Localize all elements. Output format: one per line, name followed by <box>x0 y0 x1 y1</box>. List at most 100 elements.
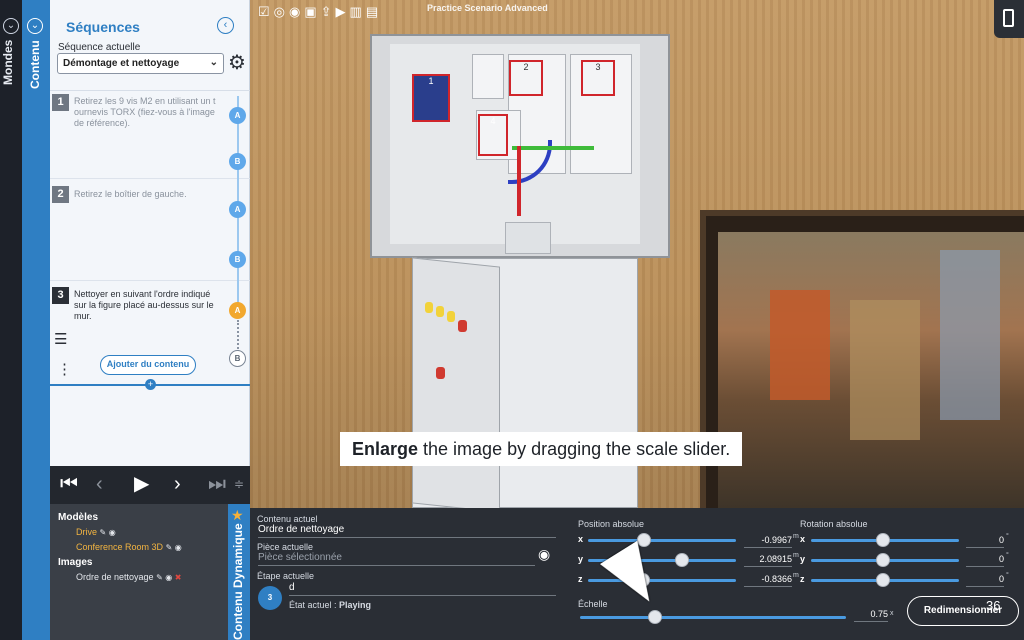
chevron-down-icon[interactable]: ⌄ <box>27 18 43 34</box>
rotation-x-value[interactable]: 0 <box>966 535 1004 545</box>
timeline-node[interactable]: B <box>229 251 246 268</box>
timeline-node-current[interactable]: A <box>229 302 246 319</box>
eye-icon[interactable]: ◉ <box>538 546 550 563</box>
rotation-z-value[interactable]: 0 <box>966 574 1004 584</box>
image-item[interactable]: Ordre de nettoyage ✎ ◉ ✖ <box>76 572 182 582</box>
image-name[interactable]: Ordre de nettoyage <box>76 572 154 582</box>
edit-icon[interactable]: ✎ <box>156 573 163 582</box>
rotation-y-value[interactable]: 0 <box>966 554 1004 564</box>
current-step-value[interactable]: d <box>289 582 295 593</box>
step-number[interactable]: 3 <box>52 287 69 304</box>
timeline-node[interactable]: B <box>229 153 246 170</box>
axis-x-label: x <box>800 534 806 544</box>
model-name[interactable]: Conference Room 3D <box>76 542 163 552</box>
divider <box>50 178 250 179</box>
y-axis-gizmo[interactable] <box>512 146 594 150</box>
eye-icon[interactable]: ◉ <box>109 528 116 537</box>
timeline-node[interactable]: B <box>229 350 246 367</box>
compass-icon[interactable]: ◎ <box>274 4 285 20</box>
checkmark-icon[interactable]: ☑ <box>258 4 270 20</box>
eye-icon[interactable]: ◉ <box>165 573 172 582</box>
marker-box[interactable]: 1 <box>412 74 450 122</box>
step-text[interactable]: Retirez le boîtier de gauche. <box>74 189 224 200</box>
menu-icon[interactable]: ☰ <box>54 330 67 348</box>
slider-knob[interactable] <box>876 553 890 567</box>
divider <box>258 565 535 566</box>
scale-value[interactable]: 0.75 <box>854 609 888 619</box>
timeline-node[interactable]: A <box>229 201 246 218</box>
slider-knob[interactable] <box>876 533 890 547</box>
add-content-button[interactable]: Ajouter du contenu <box>100 355 196 375</box>
model-item[interactable]: Drive ✎ ◉ <box>76 527 116 537</box>
painting-detail <box>850 300 920 440</box>
model-item[interactable]: Conference Room 3D ✎ ◉ <box>76 542 182 552</box>
step-text[interactable]: Retirez les 9 vis M2 en utilisant un t o… <box>74 96 224 129</box>
timeline-node[interactable]: A <box>229 107 246 124</box>
skip-to-end-icon[interactable]: ⏭ <box>208 473 226 495</box>
chart-icon[interactable]: ▤ <box>366 4 378 20</box>
divider <box>50 280 250 281</box>
position-x-value[interactable]: -0.9967 <box>744 535 792 545</box>
position-z-value[interactable]: -0.8366 <box>744 574 792 584</box>
mondes-label[interactable]: Mondes <box>1 40 15 90</box>
share-icon[interactable]: ⇪ <box>321 4 332 20</box>
contenu-rail[interactable]: ⌄ Contenu <box>22 0 50 640</box>
next-icon[interactable]: › <box>174 473 181 495</box>
hint-bold: Enlarge <box>352 439 419 459</box>
position-y-value[interactable]: 2.08915 <box>744 554 792 564</box>
step-number[interactable]: 2 <box>52 186 69 203</box>
scale-label: Échelle <box>578 599 608 609</box>
cabinet-door[interactable] <box>412 257 500 508</box>
edit-icon[interactable]: ✎ <box>166 543 173 552</box>
step-text[interactable]: Nettoyer en suivant l'ordre indiqué sur … <box>74 289 224 322</box>
indicator-light <box>425 302 433 313</box>
star-icon[interactable]: ★ <box>231 507 244 524</box>
step-number[interactable]: 1 <box>52 94 69 111</box>
current-sequence-label: Séquence actuelle <box>58 42 141 53</box>
slider-knob[interactable] <box>675 553 689 567</box>
marker-box[interactable]: 2 <box>509 60 543 96</box>
scenario-title: Practice Scenario Advanced <box>427 3 548 13</box>
dynamic-content-label[interactable]: Contenu Dynamique <box>231 523 245 640</box>
timeline-dash <box>237 320 239 352</box>
slider-knob[interactable] <box>876 573 890 587</box>
reorder-icon[interactable]: ≑ <box>234 473 244 495</box>
add-icon[interactable]: + <box>145 379 156 390</box>
edit-icon[interactable]: ✎ <box>100 528 107 537</box>
marker-box[interactable]: 3 <box>581 60 615 96</box>
skip-to-start-icon[interactable]: ⏮ <box>60 473 78 495</box>
library-icon[interactable]: ▥ <box>350 4 362 20</box>
camera-icon[interactable]: ▣ <box>304 4 316 20</box>
resize-button[interactable]: Redimensionner <box>907 596 1019 626</box>
axis-y-label: y <box>800 554 806 564</box>
dynamic-content-rail[interactable]: ★ Contenu Dynamique <box>228 504 250 640</box>
scale-slider-knob[interactable] <box>648 610 662 624</box>
rotation-label: Rotation absolue <box>800 519 868 529</box>
mondes-rail[interactable]: ⌄ Mondes <box>0 0 22 640</box>
delete-icon[interactable]: ✖ <box>175 573 182 582</box>
target-icon[interactable]: ◉ <box>289 4 300 20</box>
axis-z-label: z <box>578 574 583 584</box>
play-icon[interactable]: ▶ <box>134 473 149 495</box>
z-axis-gizmo[interactable] <box>517 146 521 216</box>
selected-part-field[interactable]: Pièce sélectionnée <box>258 552 342 563</box>
model-name[interactable]: Drive <box>76 527 97 537</box>
previous-icon[interactable]: ‹ <box>96 473 103 495</box>
eye-icon[interactable]: ◉ <box>175 543 182 552</box>
cabinet-module <box>505 222 551 254</box>
settings-gear-icon[interactable]: ⚙ <box>228 53 246 73</box>
chevron-down-icon[interactable]: ⌄ <box>3 18 19 34</box>
contenu-label[interactable]: Contenu <box>28 40 42 90</box>
marker-box[interactable]: 4 <box>478 114 508 156</box>
sequences-title: Séquences <box>66 19 140 35</box>
ar-viewport[interactable]: 1 2 3 4 ☑ ◎ ◉ ▣ ⇪ ▶ ▥ ▤ Practice Scenari… <box>250 0 1024 508</box>
unit-label: m <box>793 552 799 559</box>
collapse-panel-button[interactable]: ‹ <box>217 17 234 34</box>
device-view-button[interactable] <box>994 0 1024 38</box>
position-x-slider[interactable] <box>588 539 736 542</box>
sequence-select[interactable]: Démontage et nettoyage ⌄ <box>57 53 224 74</box>
page-number: 36 <box>986 598 1001 613</box>
scale-slider[interactable] <box>580 616 846 619</box>
video-icon[interactable]: ▶ <box>336 4 346 20</box>
more-options-icon[interactable]: ⋮ <box>57 362 72 377</box>
